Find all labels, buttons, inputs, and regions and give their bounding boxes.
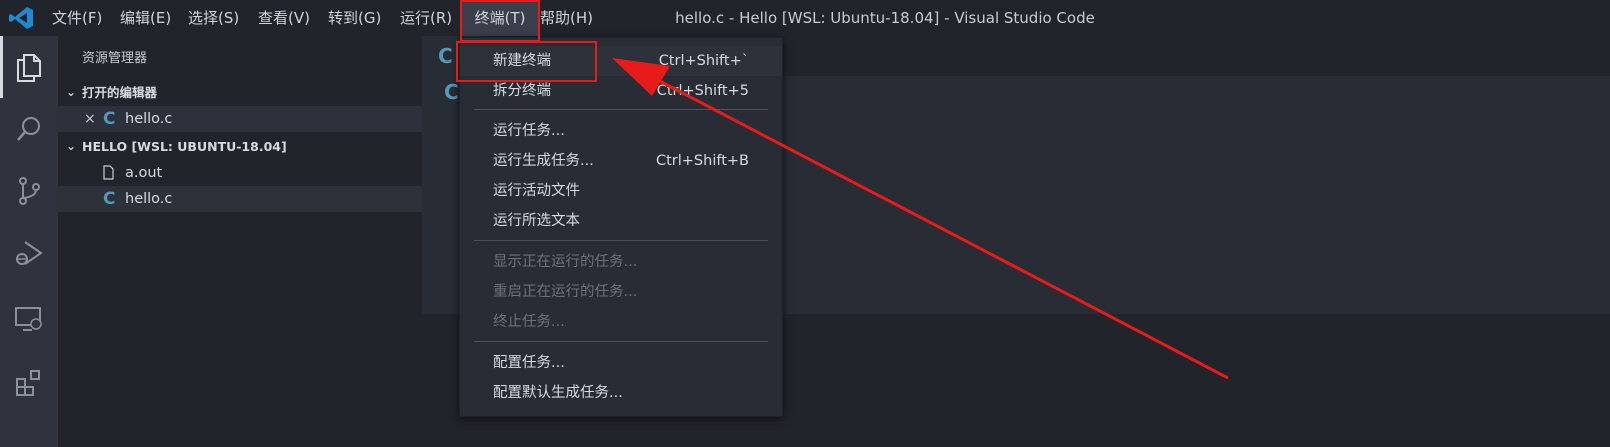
- source-control-activity[interactable]: [0, 160, 58, 222]
- menu-run[interactable]: 运行(R): [400, 0, 452, 36]
- window-title: hello.c - Hello [WSL: Ubuntu-18.04] - Vi…: [675, 9, 1095, 27]
- menu-item-configure-tasks[interactable]: 配置任务...: [460, 348, 782, 378]
- annotation-highlight-terminal-menu: [460, 0, 540, 42]
- vscode-logo-icon: [9, 7, 33, 29]
- menu-item-label: 配置默认生成任务...: [493, 385, 623, 401]
- c-file-icon: C: [103, 109, 116, 129]
- search-activity[interactable]: [0, 98, 58, 160]
- folder-header[interactable]: ⌄ HELLO [WSL: UBUNTU-18.04]: [58, 133, 422, 160]
- search-icon: [17, 117, 40, 141]
- chevron-down-icon: ⌄: [66, 139, 77, 153]
- menu-item-label: 运行任务...: [493, 123, 565, 139]
- title-bar: 文件(F) 编辑(E) 选择(S) 查看(V) 转到(G) 运行(R) 终端(T…: [0, 0, 1610, 36]
- c-file-icon: C: [103, 189, 116, 209]
- menu-item-terminate-task: 终止任务...: [460, 307, 782, 337]
- menu-item-run-active-file[interactable]: 运行活动文件: [460, 176, 782, 206]
- menu-go[interactable]: 转到(G): [328, 0, 381, 36]
- explorer-activity[interactable]: [0, 36, 58, 98]
- menu-item-shortcut: Ctrl+Shift+B: [655, 153, 749, 169]
- menu-selection[interactable]: 选择(S): [188, 0, 239, 36]
- remote-explorer-icon: [15, 307, 42, 331]
- menu-item-run-task[interactable]: 运行任务...: [460, 116, 782, 146]
- menu-separator: [474, 240, 768, 241]
- menu-item-label: 运行所选文本: [493, 213, 580, 229]
- menu-item-label: 运行生成任务...: [493, 153, 594, 169]
- chevron-down-icon: ⌄: [66, 85, 77, 99]
- extensions-icon: [16, 370, 40, 396]
- menu-edit[interactable]: 编辑(E): [120, 0, 171, 36]
- menu-separator: [474, 109, 768, 110]
- file-name: a.out: [125, 165, 163, 181]
- explorer-sidebar: 资源管理器 ⌄ 打开的编辑器 × C hello.c ⌄ HELLO [WSL:…: [58, 36, 422, 447]
- menu-item-label: 运行活动文件: [493, 183, 580, 199]
- menu-file[interactable]: 文件(F): [52, 0, 102, 36]
- menu-item-label: 显示正在运行的任务...: [493, 254, 638, 270]
- run-debug-icon: [16, 241, 43, 265]
- menu-item-shortcut: Ctrl+Shift+`: [658, 53, 749, 69]
- terminal-menu-dropdown: 新建终端 Ctrl+Shift+` 拆分终端 Ctrl+Shift+5 运行任务…: [459, 37, 783, 417]
- menu-item-restart-running-task: 重启正在运行的任务...: [460, 277, 782, 307]
- file-item[interactable]: a.out: [58, 160, 422, 186]
- files-icon: [17, 54, 41, 82]
- menu-item-label: 重启正在运行的任务...: [493, 284, 638, 300]
- menu-item-shortcut: Ctrl+Shift+5: [656, 83, 749, 99]
- extensions-activity[interactable]: [0, 352, 58, 414]
- menu-item-run-build-task[interactable]: 运行生成任务... Ctrl+Shift+B: [460, 146, 782, 176]
- source-control-icon: [19, 177, 40, 205]
- annotation-highlight-new-terminal: [456, 41, 597, 82]
- open-editor-item[interactable]: × C hello.c: [58, 106, 422, 132]
- remote-explorer-activity[interactable]: [0, 288, 58, 350]
- file-name: hello.c: [125, 111, 173, 127]
- menu-item-label: 终止任务...: [493, 314, 565, 330]
- sidebar-title: 资源管理器: [82, 51, 148, 66]
- menu-item-run-selected-text[interactable]: 运行所选文本: [460, 206, 782, 236]
- file-item[interactable]: C hello.c: [58, 186, 422, 212]
- file-name: hello.c: [125, 191, 173, 207]
- menu-separator: [474, 341, 768, 342]
- c-file-icon: C: [438, 44, 453, 68]
- menu-view[interactable]: 查看(V): [258, 0, 310, 36]
- activity-bar: [0, 36, 58, 447]
- menu-item-label: 配置任务...: [493, 355, 565, 371]
- menu-help[interactable]: 帮助(H): [540, 0, 593, 36]
- breadcrumb-c-icon: C: [444, 80, 459, 104]
- close-icon[interactable]: ×: [84, 106, 96, 132]
- menu-item-configure-default-build-task[interactable]: 配置默认生成任务...: [460, 378, 782, 408]
- open-editors-header[interactable]: ⌄ 打开的编辑器: [58, 79, 422, 106]
- file-icon: [103, 165, 114, 180]
- menu-item-show-running-tasks: 显示正在运行的任务...: [460, 247, 782, 277]
- run-debug-activity[interactable]: [0, 222, 58, 284]
